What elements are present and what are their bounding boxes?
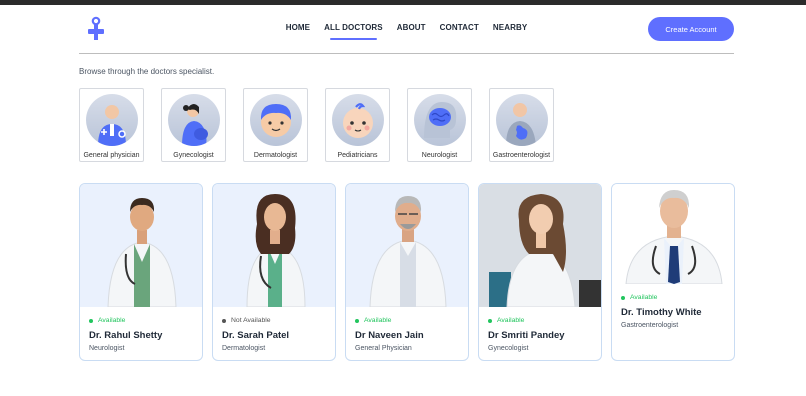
- specialty-gastroenterologist[interactable]: Gastroenterologist: [489, 88, 554, 162]
- doctor-photo: [80, 184, 202, 307]
- brain-icon: [413, 94, 466, 146]
- status-dot: [89, 318, 93, 323]
- dermatologist-icon: [249, 94, 302, 146]
- status-text: Not Available: [231, 317, 271, 324]
- doctor-speciality: Gynecologist: [488, 345, 529, 352]
- doctor-name: Dr Naveen Jain: [355, 330, 424, 341]
- doctor-photo: [346, 184, 468, 307]
- specialty-label: General physician: [83, 152, 140, 159]
- doctor-card[interactable]: Not Available Dr. Sarah Patel Dermatolog…: [212, 183, 336, 361]
- status-text: Available: [98, 317, 126, 324]
- availability-status: Available: [355, 317, 468, 324]
- status-dot: [355, 318, 359, 323]
- doctor-speciality: Dermatologist: [222, 345, 266, 352]
- doctor-card[interactable]: Available Dr. Timothy White Gastroentero…: [611, 183, 735, 361]
- specialty-neurologist[interactable]: Neurologist: [407, 88, 472, 162]
- nav-about[interactable]: ABOUT: [397, 23, 426, 36]
- doctor-photo: [213, 184, 335, 307]
- doctor-name: Dr. Rahul Shetty: [89, 330, 163, 341]
- specialty-dermatologist[interactable]: Dermatologist: [243, 88, 308, 162]
- status-dot: [621, 295, 625, 300]
- header-divider: [79, 53, 734, 54]
- specialty-label: Pediatricians: [337, 152, 378, 159]
- doctor-card[interactable]: Available Dr. Rahul Shetty Neurologist: [79, 183, 203, 361]
- doctor-card[interactable]: Available Dr Naveen Jain General Physici…: [345, 183, 469, 361]
- specialty-label: Gynecologist: [173, 152, 214, 159]
- status-dot: [488, 318, 492, 323]
- nav-all-doctors[interactable]: ALL DOCTORS: [324, 23, 383, 40]
- availability-status: Available: [89, 317, 202, 324]
- doctor-card[interactable]: Available Dr Smriti Pandey Gynecologist: [478, 183, 602, 361]
- doctor-name: Dr. Sarah Patel: [222, 330, 290, 341]
- doctor-photo: [479, 184, 601, 307]
- status-text: Available: [364, 317, 392, 324]
- general-physician-icon: [85, 94, 138, 146]
- browser-top-bar: [0, 0, 806, 5]
- doctor-speciality: General Physician: [355, 345, 412, 352]
- availability-status: Not Available: [222, 317, 335, 324]
- availability-status: Available: [621, 294, 734, 301]
- specialty-label: Dermatologist: [253, 152, 298, 159]
- status-dot: [222, 318, 226, 323]
- nav-nearby[interactable]: NEARBY: [493, 23, 527, 36]
- doctor-speciality: Gastroenterologist: [621, 322, 679, 329]
- nav-home[interactable]: HOME: [286, 23, 310, 36]
- stomach-icon: [495, 94, 548, 146]
- doctor-photo: [612, 184, 734, 284]
- doctor-speciality: Neurologist: [89, 345, 125, 352]
- specialty-pediatricians[interactable]: Pediatricians: [325, 88, 390, 162]
- specialty-label: Neurologist: [421, 152, 458, 159]
- doctor-name: Dr Smriti Pandey: [488, 330, 565, 341]
- status-text: Available: [497, 317, 525, 324]
- status-text: Available: [630, 294, 658, 301]
- gynecologist-icon: [167, 94, 220, 146]
- main-nav: HOME ALL DOCTORS ABOUT CONTACT NEARBY: [79, 23, 734, 40]
- browse-heading: Browse through the doctors specialist.: [79, 67, 215, 76]
- pediatrician-icon: [331, 94, 384, 146]
- doctor-list: Available Dr. Rahul Shetty Neurologist N…: [79, 183, 735, 361]
- site-header: HOME ALL DOCTORS ABOUT CONTACT NEARBY Cr…: [79, 13, 734, 53]
- nav-contact[interactable]: CONTACT: [440, 23, 479, 36]
- specialty-gynecologist[interactable]: Gynecologist: [161, 88, 226, 162]
- specialty-label: Gastroenterologist: [492, 152, 551, 159]
- availability-status: Available: [488, 317, 601, 324]
- create-account-button[interactable]: Create Account: [648, 17, 734, 41]
- specialty-list: General physician Gynecologist Dermatolo…: [79, 88, 554, 162]
- specialty-general-physician[interactable]: General physician: [79, 88, 144, 162]
- doctor-name: Dr. Timothy White: [621, 307, 702, 318]
